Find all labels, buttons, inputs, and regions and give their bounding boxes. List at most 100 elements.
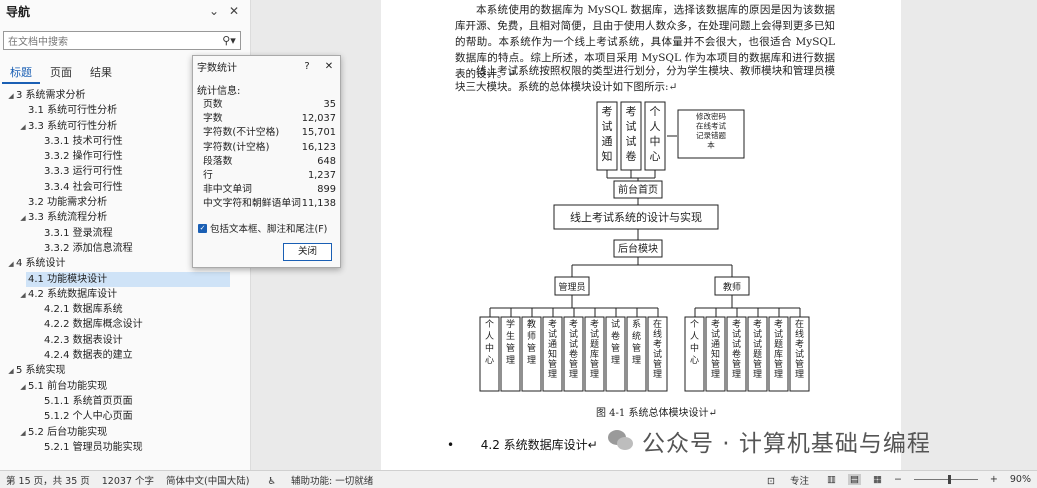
nav-heading-item[interactable]: 5.2.1 管理员功能实现 — [0, 440, 250, 455]
zoom-in-icon[interactable]: + — [990, 474, 998, 485]
print-layout-icon[interactable]: ▤ — [847, 474, 861, 485]
stat-label: 字符数(不计空格) — [203, 127, 280, 139]
stats-list: 页数 35 字数 12,037 字符数(不计空格) 15,701 字符数(计空格) 16,12… — [193, 98, 340, 212]
accessibility-status[interactable]: ♿︎ 辅助功能: 一切就绪 — [261, 473, 379, 487]
zoom-out-icon[interactable]: − — [894, 474, 902, 485]
tab-results[interactable]: 结果 — [82, 62, 120, 84]
nav-heading-label: 5.1.2 个人中心页面 — [44, 411, 133, 423]
section-heading: • 4.2 系统数据库设计↵ — [447, 438, 598, 452]
nav-heading-label: 3.3 系统可行性分析 — [28, 120, 118, 132]
nav-heading-label: 3.3.1 登录流程 — [44, 227, 113, 239]
figure-caption: 图 4-1 系统总体模块设计↵ — [596, 408, 717, 419]
nav-heading-item[interactable]: 5.1.2 个人中心页面 — [0, 409, 250, 424]
nav-heading-label: 4.1 功能模块设计 — [28, 273, 108, 285]
dialog-header: 字数统计 ? ✕ — [193, 56, 340, 76]
help-button[interactable]: ? — [296, 61, 318, 72]
nav-heading-item[interactable]: 4.2.4 数据表的建立 — [0, 348, 250, 363]
stat-value: 648 — [317, 155, 336, 167]
nav-heading-label: 4.2.4 数据表的建立 — [44, 350, 133, 362]
stat-value: 11,138 — [301, 198, 336, 210]
nav-heading-label: 5.2.1 管理员功能实现 — [44, 441, 143, 453]
nav-heading-label: 5.2 后台功能实现 — [28, 426, 108, 438]
read-mode-icon[interactable]: ▥ — [827, 474, 836, 485]
stats-section-label: 统计信息: — [197, 86, 241, 97]
stat-label: 页数 — [203, 99, 223, 110]
stat-label: 行 — [203, 169, 213, 181]
nav-heading-item[interactable]: ◢ 4.2 系统数据库设计 — [0, 287, 250, 302]
checkbox-label: 包括文本框、脚注和尾注(F) — [210, 224, 328, 235]
search-icon[interactable]: ⚲▾ — [218, 34, 240, 47]
focus-label: 专注 — [789, 475, 809, 487]
tab-pages[interactable]: 页面 — [42, 62, 80, 84]
wechat-icon — [608, 430, 634, 452]
stat-row: 字符数(计空格) 16,123 — [193, 141, 340, 155]
collapse-triangle-icon[interactable]: ◢ — [18, 426, 28, 441]
collapse-triangle-icon[interactable]: ◢ — [6, 364, 16, 379]
nav-heading-label: 5 系统实现 — [16, 365, 66, 377]
tab-headings[interactable]: 标题 — [2, 62, 40, 84]
accessibility-label: 辅助功能: 一切就绪 — [291, 475, 374, 487]
nav-heading-label: 3.3.2 操作可行性 — [44, 151, 123, 163]
nav-heading-label: 3.3 系统流程分析 — [28, 212, 108, 224]
stat-row: 非中文单词 899 — [193, 183, 340, 197]
paragraph-2: 线上考试系统按照权限的类型进行划分，分为学生模块、教师模块和管理员模块三大模块。… — [455, 65, 835, 93]
nav-heading-label: 3.3.1 技术可行性 — [44, 135, 123, 147]
stat-row: 字符数(不计空格) 15,701 — [193, 126, 340, 140]
close-icon[interactable]: ✕ — [224, 4, 244, 18]
word-count-dialog: 字数统计 ? ✕ 统计信息: 页数 35 字数 12,037 字符数(不计空格) 15,7… — [192, 55, 341, 268]
nav-heading-item[interactable]: ◢ 5.2 后台功能实现 — [0, 425, 250, 440]
web-layout-icon[interactable]: ▦ — [873, 474, 882, 485]
nav-heading-label: 4.2 系统数据库设计 — [28, 288, 118, 300]
nav-heading-item[interactable]: 4.2.1 数据库系统 — [0, 302, 250, 317]
stat-value: 35 — [323, 99, 336, 110]
watermark-text: 公众号 · 计算机基础与编程 — [642, 431, 931, 457]
stat-label: 字符数(计空格) — [203, 141, 270, 153]
nav-heading-label: 3.2 功能需求分析 — [28, 197, 108, 209]
stat-label: 段落数 — [203, 155, 233, 167]
language[interactable]: 简体中文(中国大陆) — [166, 473, 249, 487]
chevron-down-icon[interactable]: ⌄ — [204, 4, 224, 18]
status-bar: 第 15 页，共 35 页 12037 个字 简体中文(中国大陆) ♿︎ 辅助功… — [0, 470, 1037, 488]
document-page: 本系统使用的数据库为 MySQL 数据库，选择该数据库的原因是因为该数据库开源、… — [381, 0, 901, 470]
heading-text: 4.2 系统数据库设计↵ — [480, 438, 598, 452]
focus-icon: ⊡ — [766, 475, 775, 487]
include-textboxes-checkbox[interactable]: ✓ 包括文本框、脚注和尾注(F) — [198, 221, 327, 235]
close-button[interactable]: 关闭 — [283, 243, 332, 261]
collapse-triangle-icon[interactable]: ◢ — [18, 288, 28, 303]
collapse-triangle-icon[interactable]: ◢ — [18, 120, 28, 135]
nav-heading-item[interactable]: 5.1.1 系统首页页面 — [0, 394, 250, 409]
nav-heading-label: 4.2.3 数据表设计 — [44, 334, 123, 346]
nav-heading-item[interactable]: 4.2.2 数据库概念设计 — [0, 317, 250, 332]
nav-tabs: 标题 页面 结果 — [0, 62, 120, 84]
zoom-slider[interactable] — [913, 475, 978, 484]
checkmark-icon: ✓ — [198, 223, 207, 233]
watermark: 公众号 · 计算机基础与编程 — [608, 424, 931, 458]
word-count[interactable]: 12037 个字 — [102, 473, 154, 487]
nav-heading-label: 3.3.2 添加信息流程 — [44, 242, 133, 254]
stat-row: 段落数 648 — [193, 155, 340, 169]
nav-heading-item[interactable]: ◢ 5 系统实现 — [0, 363, 250, 378]
page-count[interactable]: 第 15 页，共 35 页 — [6, 473, 90, 487]
nav-heading-item[interactable]: ◢ 5.1 前台功能实现 — [0, 379, 250, 394]
collapse-triangle-icon[interactable]: ◢ — [6, 257, 16, 272]
collapse-triangle-icon[interactable]: ◢ — [6, 89, 16, 104]
zoom-level[interactable]: 90% — [1010, 474, 1031, 485]
stat-value: 12,037 — [301, 113, 336, 125]
collapse-triangle-icon[interactable]: ◢ — [18, 211, 28, 226]
search-box[interactable]: 在文档中搜索 ⚲▾ — [3, 31, 241, 50]
nav-heading-item[interactable]: 4.1 功能模块设计 — [26, 271, 230, 287]
nav-heading-label: 4 系统设计 — [16, 258, 66, 270]
close-icon[interactable]: ✕ — [318, 61, 340, 72]
nav-heading-item[interactable]: 4.2.3 数据表设计 — [0, 333, 250, 348]
nav-heading-label: 3.3.4 社会可行性 — [44, 181, 123, 193]
focus-mode[interactable]: ⊡ 专注 — [761, 473, 815, 487]
collapse-triangle-icon[interactable]: ◢ — [18, 380, 28, 395]
search-input[interactable]: 在文档中搜索 — [4, 33, 218, 48]
nav-heading-label: 5.1.1 系统首页页面 — [44, 395, 133, 407]
stat-row: 字数 12,037 — [193, 112, 340, 126]
stat-row: 页数 35 — [193, 98, 340, 112]
stat-value: 1,237 — [307, 169, 336, 181]
nav-heading-label: 4.2.1 数据库系统 — [44, 304, 123, 316]
dialog-title: 字数统计 — [197, 62, 237, 74]
stat-label: 中文字符和朝鲜语单词 — [203, 198, 301, 210]
